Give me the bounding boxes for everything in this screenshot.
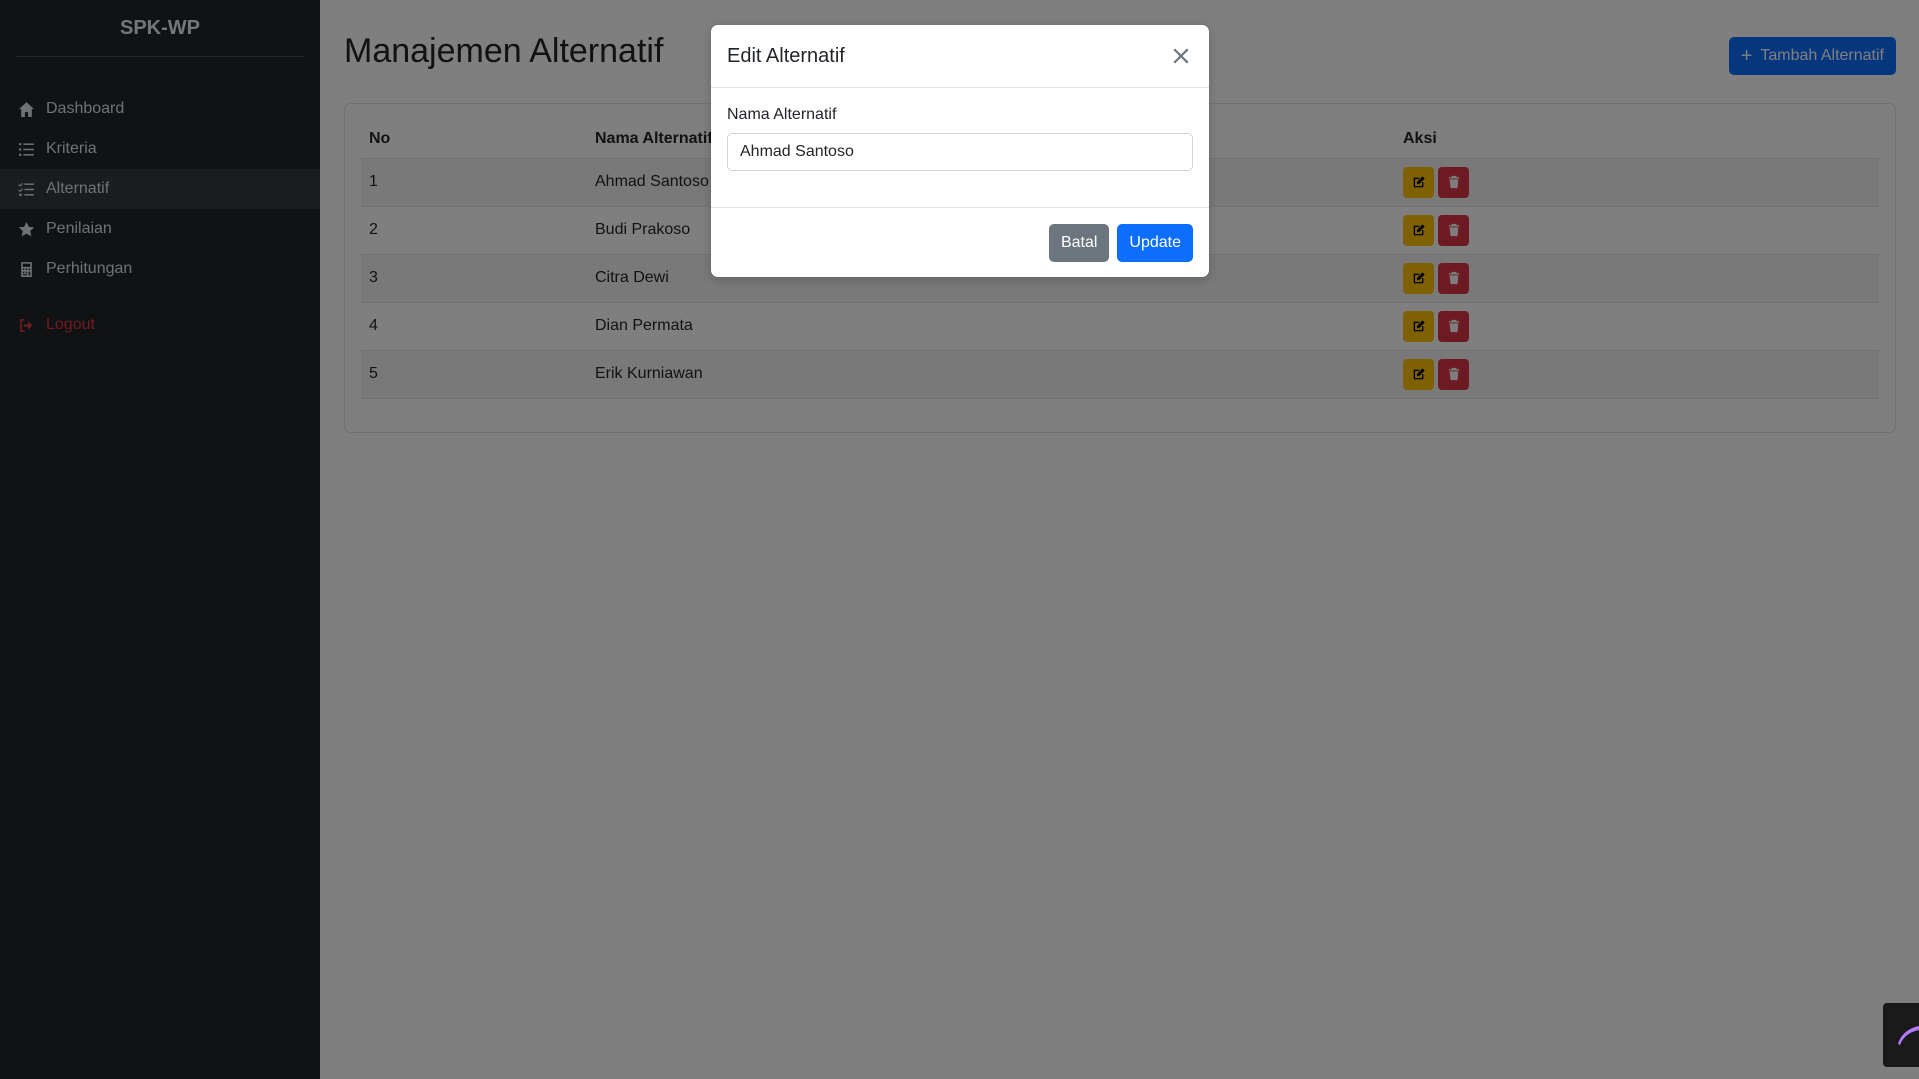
edit-alternative-modal: Edit Alternatif Nama Alternatif Batal Up…	[711, 25, 1209, 277]
modal-header: Edit Alternatif	[711, 25, 1209, 88]
modal-title: Edit Alternatif	[727, 44, 845, 67]
alternative-name-label: Nama Alternatif	[727, 106, 837, 123]
cancel-button[interactable]: Batal	[1048, 224, 1110, 262]
close-icon	[1173, 48, 1189, 64]
alternative-name-input[interactable]	[727, 133, 1193, 171]
feather-icon	[1898, 1026, 1919, 1045]
close-button[interactable]	[1169, 44, 1193, 68]
update-button[interactable]: Update	[1117, 224, 1193, 262]
modal-body: Nama Alternatif	[711, 88, 1209, 208]
modal-footer: Batal Update	[711, 208, 1209, 278]
floating-widget[interactable]	[1883, 1003, 1919, 1067]
